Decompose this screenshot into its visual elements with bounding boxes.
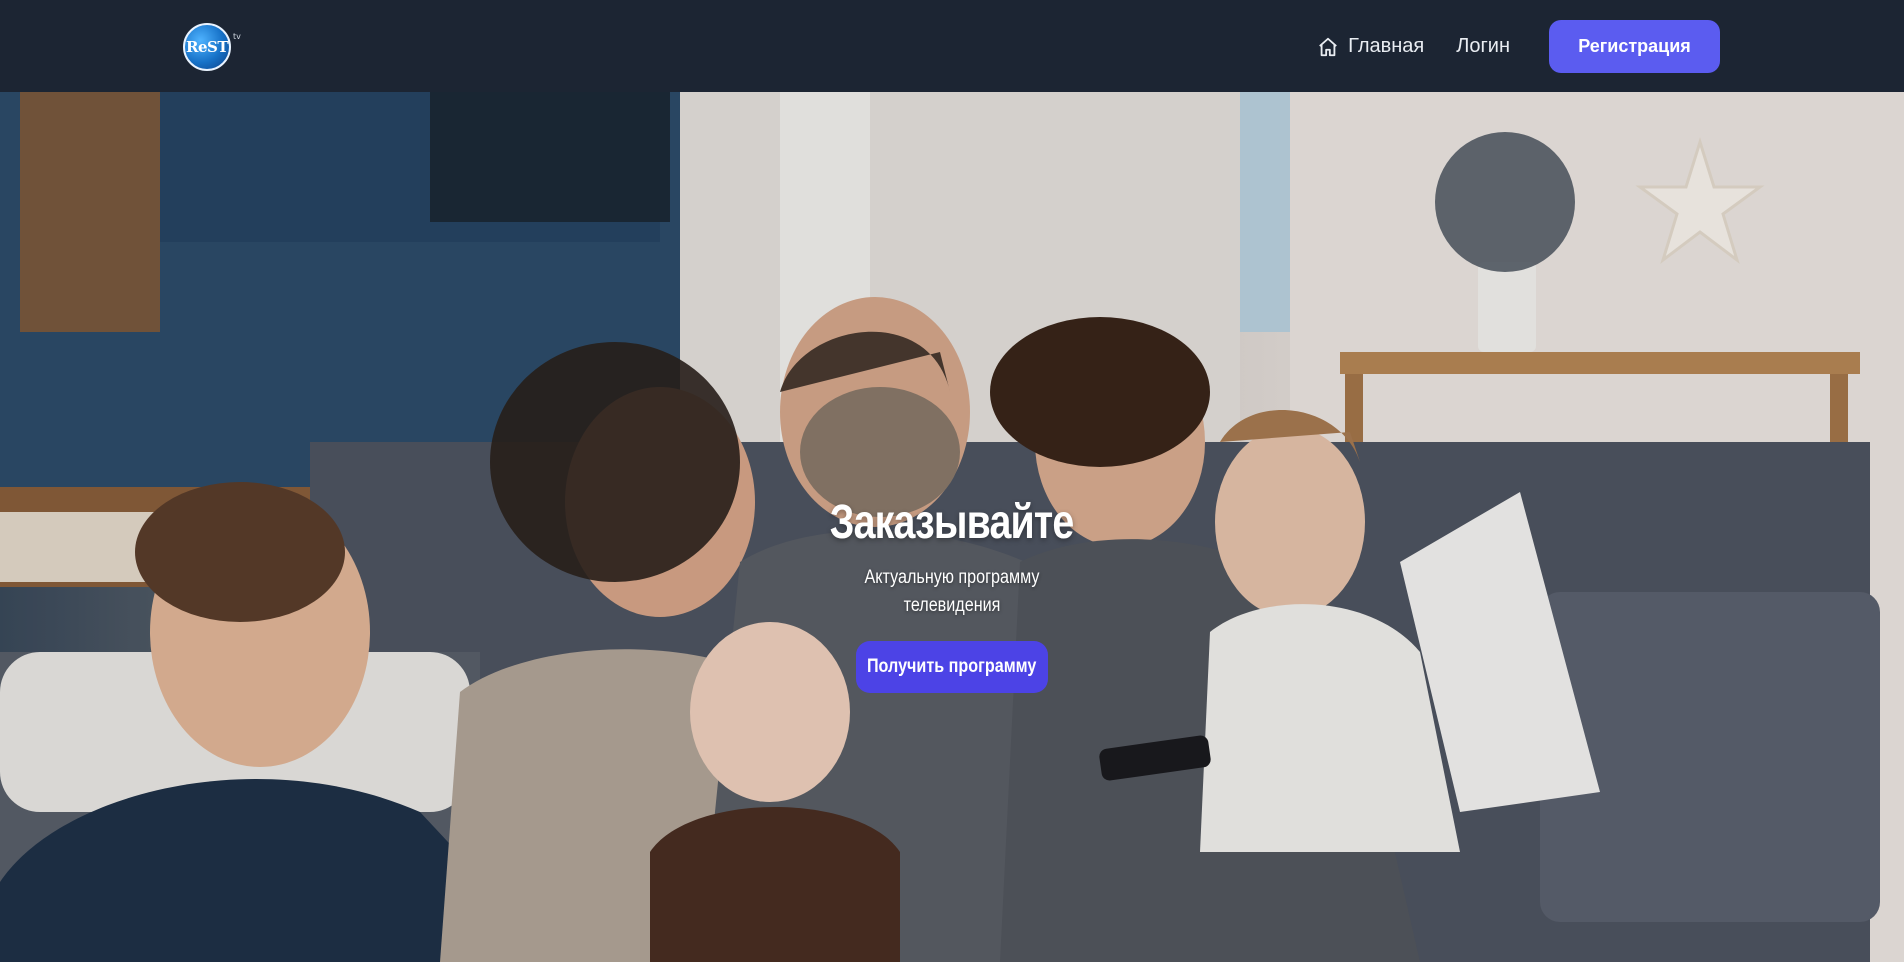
nav-home-link[interactable]: Главная bbox=[1317, 35, 1424, 58]
top-navbar: ReST tv Главная Логин Регистрация bbox=[0, 0, 1904, 92]
hero-section: Заказывайте Актуальную программу телевид… bbox=[0, 92, 1904, 962]
logo-text: ReST bbox=[185, 38, 229, 56]
logo-badge: ReST bbox=[183, 23, 231, 71]
main-nav: Главная Логин Регистрация bbox=[1317, 20, 1720, 73]
home-icon bbox=[1319, 37, 1337, 56]
logo-suffix: tv bbox=[233, 31, 241, 41]
nav-login-label: Логин bbox=[1456, 35, 1510, 57]
get-program-button-label: Получить программу bbox=[867, 656, 1037, 677]
register-button[interactable]: Регистрация bbox=[1549, 20, 1720, 73]
get-program-button[interactable]: Получить программу bbox=[856, 641, 1048, 693]
hero-subtitle: Актуальную программу телевидения bbox=[864, 567, 1040, 616]
nav-home-label: Главная bbox=[1348, 35, 1425, 57]
nav-login-link[interactable]: Логин bbox=[1456, 35, 1510, 58]
rest-tv-logo[interactable]: ReST tv bbox=[183, 22, 243, 72]
hero-content: Заказывайте Актуальную программу телевид… bbox=[0, 92, 1904, 962]
hero-title: Заказывайте bbox=[830, 496, 1075, 549]
register-button-label: Регистрация bbox=[1578, 36, 1691, 56]
